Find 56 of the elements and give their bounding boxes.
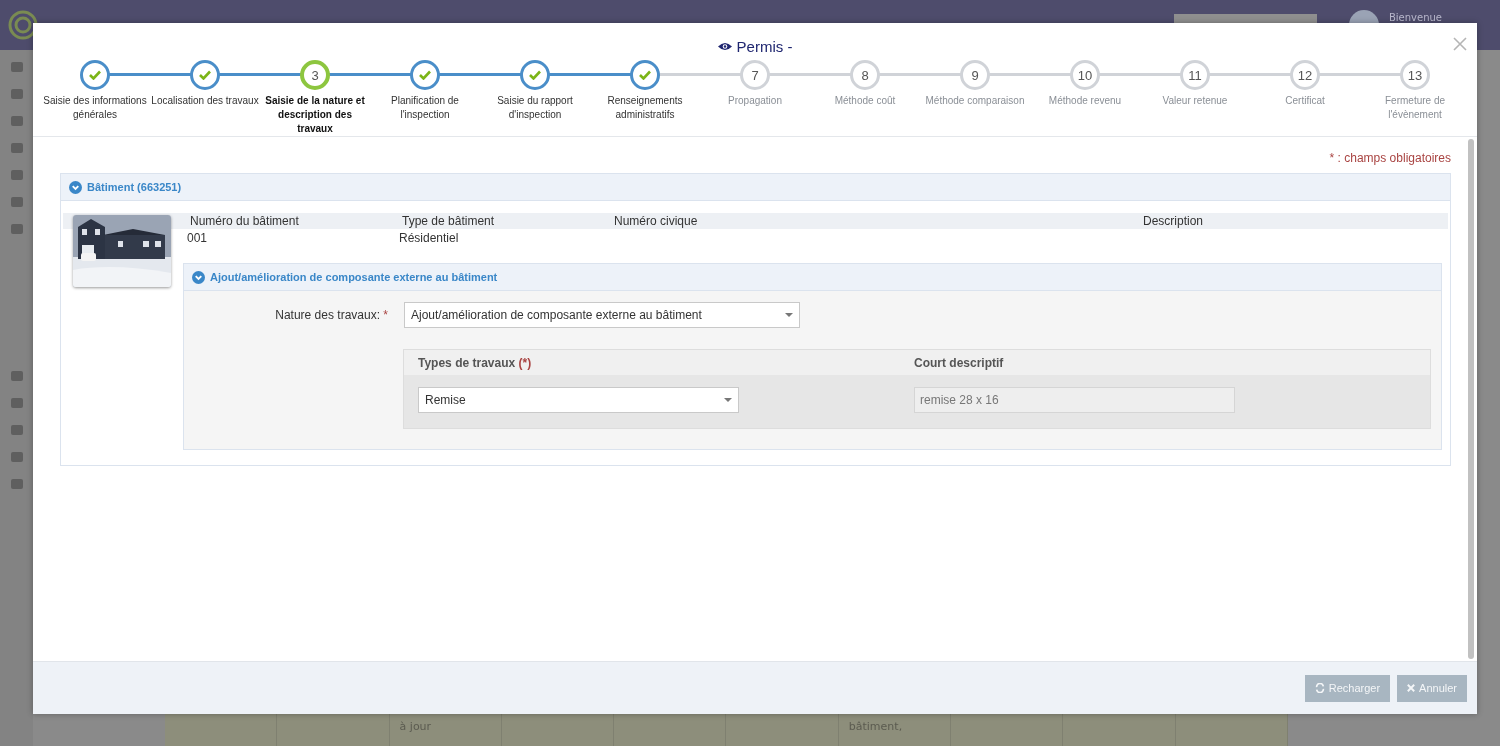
step-label[interactable]: Planification de l'inspection: [370, 94, 480, 122]
step-label[interactable]: Valeur retenue: [1162, 94, 1228, 108]
step-label[interactable]: Localisation des travaux: [151, 94, 259, 108]
scrollbar[interactable]: [1468, 139, 1474, 659]
step-circle[interactable]: [520, 60, 550, 90]
step-label[interactable]: Saisie de la nature et description des travaux: [260, 94, 370, 136]
check-icon: [639, 70, 651, 80]
step-label[interactable]: Propagation: [728, 94, 782, 108]
step-circle[interactable]: [630, 60, 660, 90]
column-header: Numéro du bâtiment: [190, 214, 299, 228]
step-label[interactable]: Fermeture de l'évènement: [1360, 94, 1470, 122]
check-icon: [419, 70, 431, 80]
step-label[interactable]: Saisie des informations générales: [40, 94, 150, 122]
column-header: Numéro civique: [614, 214, 698, 228]
chevron-down-icon[interactable]: [69, 180, 82, 194]
column-header: Type de bâtiment: [402, 214, 495, 228]
step-circle[interactable]: 13: [1400, 60, 1430, 90]
logo-icon: [8, 10, 38, 40]
close-icon[interactable]: [1453, 37, 1467, 51]
check-icon: [199, 70, 211, 80]
column-header: Description: [1143, 214, 1204, 228]
caret-icon: [724, 398, 732, 402]
type-select[interactable]: Remise: [418, 387, 739, 413]
step-label[interactable]: Saisie du rapport d'inspection: [480, 94, 590, 122]
eye-icon: [717, 41, 732, 51]
step-circle[interactable]: 12: [1290, 60, 1320, 90]
step-label[interactable]: Renseignements administratifs: [590, 94, 700, 122]
column-header: Types de travaux (*): [418, 355, 532, 370]
table-cell: Résidentiel: [399, 231, 459, 245]
close-icon: [1407, 684, 1416, 692]
step-circle[interactable]: [190, 60, 220, 90]
step-circle[interactable]: 10: [1070, 60, 1100, 90]
step-circle[interactable]: 7: [740, 60, 770, 90]
required-note: * : champs obligatoires: [1329, 151, 1451, 165]
step-circle[interactable]: [80, 60, 110, 90]
step-label[interactable]: Méthode coût: [834, 94, 896, 108]
step-circle[interactable]: [410, 60, 440, 90]
step-circle[interactable]: 9: [960, 60, 990, 90]
modal-title: Permis -: [736, 37, 793, 55]
step-circle[interactable]: 3: [300, 60, 330, 90]
check-icon: [529, 70, 541, 80]
field-label: Nature des travaux: *: [275, 308, 388, 322]
caret-icon: [785, 313, 793, 317]
step-label[interactable]: Méthode revenu: [1048, 94, 1122, 108]
user-greeting: Bienvenue: [1388, 12, 1442, 23]
table-cell: 001: [187, 231, 208, 245]
step-circle[interactable]: 8: [850, 60, 880, 90]
step-label[interactable]: Certificat: [1285, 94, 1325, 108]
step-circle[interactable]: 11: [1180, 60, 1210, 90]
description-field[interactable]: remise 28 x 16: [914, 387, 1235, 413]
column-header: Court descriptif: [914, 355, 1004, 370]
nature-select[interactable]: Ajout/amélioration de composante externe au bâtiment: [404, 302, 800, 328]
refresh-icon: [1314, 683, 1325, 693]
chevron-down-icon[interactable]: [192, 270, 205, 284]
check-icon: [89, 70, 101, 80]
step-label[interactable]: Méthode comparaison: [925, 94, 1025, 108]
